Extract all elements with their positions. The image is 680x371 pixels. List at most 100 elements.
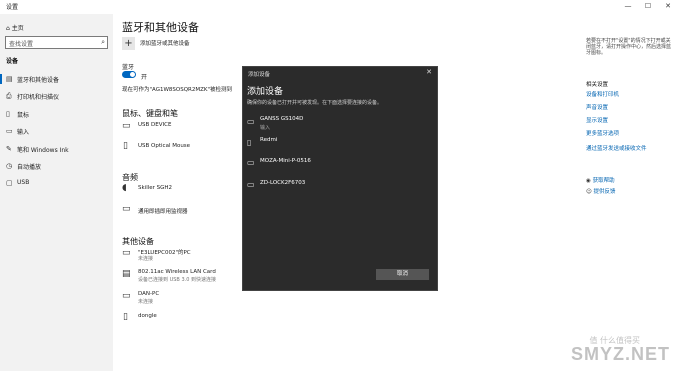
device-monitor[interactable]: ▭ 通用即插即用监视器 [122,204,232,220]
device-wlan-card[interactable]: ▤ 802.11ac Wireless LAN Card 设备已连接到 USB … [122,268,252,286]
dialog-device-type: 输入 [260,125,271,131]
sidebar-item-label: 自动播放 [17,164,42,171]
home-label: 主页 [11,25,24,32]
search-icon: ⌕ [101,38,105,46]
dialog-device-name: ZD-LOCK2F6703 [260,180,306,186]
device-name: 802.11ac Wireless LAN Card [138,269,216,275]
dialog-device-name: Redmi [260,137,278,143]
display-icon: ▭ [247,180,255,189]
sidebar [0,14,113,371]
keyboard-icon: ▭ [6,127,13,135]
device-dan-pc[interactable]: ▭ DAN-PC 未连接 [122,290,232,308]
window-title: 设置 [6,4,19,11]
link-more-bluetooth[interactable]: 更多蓝牙选项 [586,129,619,137]
add-device-dialog: 添加设备 ✕ 添加设备 确保你的设备已打开并可被发现。在下面选择要连接的设备。 … [242,66,438,291]
device-usb-device[interactable]: ▭ USB DEVICE [122,120,232,136]
network-card-icon: ▤ [122,269,131,279]
dialog-device-zd-lock[interactable]: ▭ ZD-LOCK2F6703 [243,177,439,197]
sidebar-item-bluetooth[interactable]: ▤ 蓝牙和其他设备 [0,71,113,87]
dialog-device-ganss[interactable]: ▭ GANSS GS104D 输入 [243,114,439,134]
feedback-label: 提供反馈 [593,189,616,195]
headset-icon: ◖ [122,183,127,193]
autoplay-icon: ◷ [6,162,13,170]
keyboard-icon: ▭ [122,121,131,131]
sidebar-item-label: 蓝牙和其他设备 [17,77,60,84]
sidebar-item-label: 输入 [17,129,30,136]
sidebar-item-usb[interactable]: ▢ USB [0,175,113,191]
mouse-icon: ▯ [6,110,10,118]
printer-icon: ⎙ [6,92,12,100]
sidebar-section-devices: 设备 [6,58,19,65]
title-bar: 设置 — ☐ ✕ [0,0,680,14]
device-name: dongle [138,313,157,319]
active-indicator [0,74,2,84]
related-settings-heading: 相关设置 [586,82,609,88]
dialog-heading: 添加设备 [247,87,284,97]
dialog-device-name: MOZA-Mini-P-0516 [260,158,311,164]
device-name: Skiller SGH2 [138,185,173,191]
sidebar-item-label: 鼠标 [17,112,30,119]
mouse-icon: ▯ [123,141,128,151]
pen-icon: ✎ [6,145,12,153]
display-icon: ▭ [122,248,131,258]
search-placeholder: 查找设置 [9,41,34,48]
dialog-subtitle: 确保你的设备已打开并可被发现。在下面选择要连接的设备。 [247,100,383,106]
minimize-button[interactable]: — [620,0,636,12]
device-status: 设备已连接到 USB 3.0 到快速连接 [138,277,216,283]
bluetooth-toggle[interactable] [122,71,136,78]
home-link[interactable]: ⌂ 主页 [6,23,24,32]
sidebar-item-mouse[interactable]: ▯ 鼠标 [0,106,113,122]
other-section-heading: 其他设备 [122,237,154,246]
device-name: DAN-PC [138,291,160,297]
feedback-link[interactable]: ☺ 提供反馈 [586,178,616,197]
dialog-device-redmi[interactable]: ▯ Redmi [243,135,439,155]
search-input[interactable]: 查找设置 ⌕ [5,36,108,49]
link-send-receive-files[interactable]: 通过蓝牙发送或接收文件 [586,144,647,152]
dialog-title: 添加设备 [248,72,271,78]
keyboard-icon: ▭ [247,117,255,126]
device-usb-mouse[interactable]: ▯ USB Optical Mouse [122,140,232,156]
device-name: USB DEVICE [138,122,172,128]
device-skiller[interactable]: ◖ Skiller SGH2 [122,183,232,199]
monitor-icon: ▭ [122,204,131,214]
close-button[interactable]: ✕ [660,0,676,12]
link-display-settings[interactable]: 显示设置 [586,116,608,124]
audio-section-heading: 音频 [122,173,138,182]
phone-icon: ▯ [247,138,252,147]
link-devices-printers[interactable]: 设备和打印机 [586,90,619,98]
sidebar-item-input[interactable]: ▭ 输入 [0,123,113,139]
display-icon: ▭ [122,291,131,301]
bluetooth-state: 开 [141,74,148,81]
device-name: USB Optical Mouse [138,143,191,149]
dialog-close-icon[interactable]: ✕ [426,68,432,76]
add-device-label[interactable]: 添加蓝牙或其他设备 [140,39,190,47]
sidebar-item-label: 笔和 Windows Ink [17,147,69,154]
right-panel-intro: 若要在不打开"设置"的情况下打开或关闭蓝牙，请打开操作中心，然后选择蓝牙图标。 [586,38,672,56]
device-e3luepc002[interactable]: ▭ "E3LUEPC002"的PC 未连接 [122,247,232,265]
cancel-button[interactable]: 取消 [376,269,429,280]
bluetooth-label: 蓝牙 [122,64,135,71]
bluetooth-icon: ▤ [6,75,13,83]
page-title: 蓝牙和其他设备 [122,21,199,34]
link-sound-settings[interactable]: 声音设置 [586,103,608,111]
device-status: 未连接 [138,299,154,305]
phone-icon: ▯ [123,312,128,322]
mouse-section-heading: 鼠标、键盘和笔 [122,109,178,118]
device-name: 通用即插即用监视器 [138,209,188,215]
maximize-button[interactable]: ☐ [640,0,656,12]
sidebar-item-pen[interactable]: ✎ 笔和 Windows Ink [0,141,113,157]
sidebar-item-label: USB [17,179,30,186]
discoverable-text: 现在可作为"AG1W8SOSQR2MZK"被检测到 [122,87,233,93]
watermark-logo: SMYZ.NET [570,344,670,364]
toggle-knob [130,72,135,77]
display-icon: ▭ [247,158,255,167]
sidebar-item-label: 打印机和扫描仪 [17,94,60,101]
sidebar-item-printers[interactable]: ⎙ 打印机和扫描仪 [0,88,113,104]
dialog-device-name: GANSS GS104D [260,116,304,122]
add-device-button[interactable]: + [122,37,135,50]
plus-icon: + [124,38,133,49]
dialog-device-moza[interactable]: ▭ MOZA-Mini-P-0516 [243,155,439,175]
sidebar-item-autoplay[interactable]: ◷ 自动播放 [0,158,113,174]
device-dongle[interactable]: ▯ dongle [122,311,232,329]
device-status: 未连接 [138,256,154,262]
